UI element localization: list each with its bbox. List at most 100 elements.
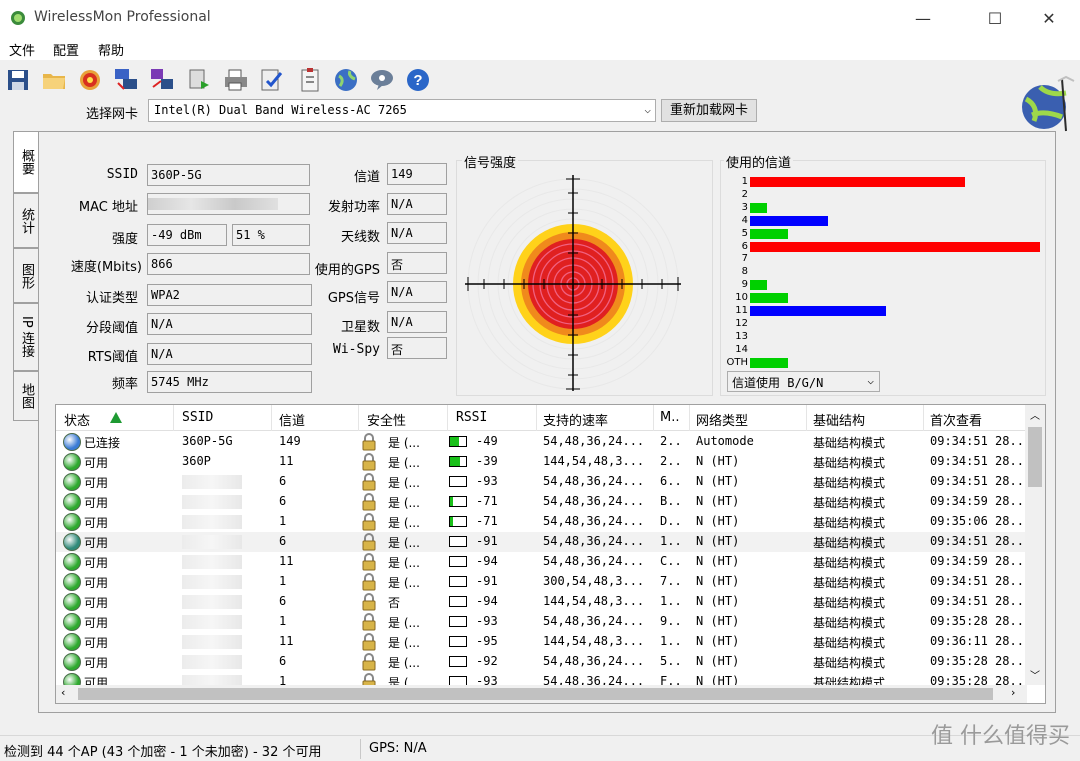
tab-ip-connection[interactable]: IP 连接 <box>13 303 39 371</box>
globe-icon[interactable] <box>332 66 360 94</box>
table-row[interactable]: 可用 6 是 (... -91 54,48,36,24... 1.. N (HT… <box>56 532 1026 552</box>
menu-help[interactable]: 帮助 <box>98 40 124 59</box>
cell-infrastructure: 基础结构模式 <box>813 576 886 590</box>
cell-security: 是 (... <box>388 556 420 570</box>
maximize-button[interactable]: ☐ <box>972 0 1018 36</box>
cell-channel: 1 <box>279 614 287 628</box>
cell-first-seen: 09:34:51 28.. <box>930 434 1024 448</box>
network-map-icon[interactable] <box>148 66 176 94</box>
rssi-bar <box>449 496 467 507</box>
table-row[interactable]: 可用 6 是 (... -71 54,48,36,24... B.. N (HT… <box>56 492 1026 512</box>
status-dot-icon <box>63 453 81 471</box>
channel-label: 2 <box>741 188 748 200</box>
cell-mac: 1.. <box>660 534 682 548</box>
tab-statistics[interactable]: 统计 <box>13 193 39 248</box>
cell-rates: 54,48,36,24... <box>543 474 645 488</box>
network-icon[interactable] <box>112 66 140 94</box>
mac-label: MAC 地址 <box>78 200 138 215</box>
nic-select[interactable]: Intel(R) Dual Band Wireless-AC 7265 ⌵ <box>148 99 656 122</box>
cell-status: 可用 <box>84 656 109 670</box>
status-bar: 检测到 44 个AP (43 个加密 - 1 个未加密) - 32 个可用 GP… <box>0 735 1080 761</box>
cell-infrastructure: 基础结构模式 <box>813 516 886 530</box>
status-dot-icon <box>63 533 81 551</box>
cell-ssid: 360P-5G <box>182 434 233 448</box>
clipboard-icon[interactable] <box>296 66 324 94</box>
col-mac[interactable]: M.. <box>660 410 679 425</box>
vertical-scrollbar[interactable]: ︿ ﹀ <box>1025 405 1045 685</box>
freq-field: 5745 MHz <box>147 371 312 393</box>
rssi-bar <box>449 516 467 527</box>
close-button[interactable]: ✕ <box>1026 0 1072 36</box>
freq-label: 频率 <box>111 377 138 392</box>
chat-icon[interactable] <box>368 66 396 94</box>
cell-rates: 144,54,48,3... <box>543 454 645 468</box>
table-row[interactable]: 可用 6 否 -94 144,54,48,3... 1.. N (HT) 基础结… <box>56 592 1026 612</box>
col-status[interactable]: 状态 <box>64 410 90 429</box>
cell-rates: 54,48,36,24... <box>543 654 645 668</box>
table-row[interactable]: 已连接 360P-5G 149 是 (... -49 54,48,36,24..… <box>56 432 1026 452</box>
cell-rssi: -92 <box>476 654 498 668</box>
cell-infrastructure: 基础结构模式 <box>813 476 886 490</box>
cell-security: 是 (... <box>388 616 420 630</box>
col-ssid[interactable]: SSID <box>182 410 213 425</box>
cell-rates: 144,54,48,3... <box>543 594 645 608</box>
cell-rssi: -93 <box>476 614 498 628</box>
channel-label: 6 <box>741 240 748 252</box>
cell-rssi: -93 <box>476 474 498 488</box>
horizontal-scrollbar[interactable]: ‹ › <box>56 685 1027 703</box>
target-icon[interactable] <box>76 66 104 94</box>
cell-network-type: N (HT) <box>696 574 740 588</box>
print-icon[interactable] <box>222 66 250 94</box>
menu-file[interactable]: 文件 <box>9 40 35 59</box>
col-infrastructure[interactable]: 基础结构 <box>813 410 865 429</box>
cell-channel: 6 <box>279 494 287 508</box>
cell-mac: D.. <box>660 514 682 528</box>
col-first-seen[interactable]: 首次查看 <box>930 410 982 429</box>
ap-table: 状态 SSID 信道 安全性 RSSI 支持的速率 M.. 网络类型 基础结构 … <box>55 404 1046 704</box>
col-rates[interactable]: 支持的速率 <box>543 410 608 429</box>
tab-summary[interactable]: 概要 <box>13 131 39 193</box>
cell-security: 是 (... <box>388 656 420 670</box>
cell-channel: 6 <box>279 534 287 548</box>
table-row[interactable]: 可用 11 是 (... -95 144,54,48,3... 1.. N (H… <box>56 632 1026 652</box>
minimize-button[interactable]: — <box>900 0 946 36</box>
cell-security: 否 <box>388 596 401 610</box>
strength-label: 强度 <box>111 232 138 247</box>
rts-label: RTS阈值 <box>87 350 138 365</box>
table-row[interactable]: 可用 11 是 (... -94 54,48,36,24... C.. N (H… <box>56 552 1026 572</box>
signal-strength-radar <box>465 175 681 391</box>
col-network-type[interactable]: 网络类型 <box>696 410 748 429</box>
table-row[interactable]: 可用 360P 11 是 (... -39 144,54,48,3... 2..… <box>56 452 1026 472</box>
channel-mode-select[interactable]: 信道使用 B/G/N ⌵ <box>727 371 880 392</box>
tab-map[interactable]: 地图 <box>13 371 39 421</box>
status-dot-icon <box>63 513 81 531</box>
cell-network-type: N (HT) <box>696 494 740 508</box>
channel-bar <box>750 306 887 316</box>
cell-channel: 11 <box>279 454 294 468</box>
channel-bar <box>750 241 1040 252</box>
open-folder-icon[interactable] <box>40 66 68 94</box>
cell-rssi: -91 <box>476 534 498 548</box>
menu-config[interactable]: 配置 <box>53 40 79 59</box>
col-channel[interactable]: 信道 <box>279 410 305 429</box>
status-dot-icon <box>63 433 81 451</box>
lock-icon <box>362 613 376 631</box>
tab-graph[interactable]: 图形 <box>13 248 39 303</box>
col-rssi[interactable]: RSSI <box>456 410 487 425</box>
cell-rates: 54,48,36,24... <box>543 514 645 528</box>
check-icon[interactable] <box>258 66 286 94</box>
cell-network-type: N (HT) <box>696 594 740 608</box>
ssid-blurred <box>182 615 242 629</box>
table-row[interactable]: 可用 1 是 (... -71 54,48,36,24... D.. N (HT… <box>56 512 1026 532</box>
export-icon[interactable] <box>186 66 214 94</box>
reload-nic-button[interactable]: 重新加载网卡 <box>661 99 757 122</box>
table-row[interactable]: 可用 6 是 (... -92 54,48,36,24... 5.. N (HT… <box>56 652 1026 672</box>
toolbar: ? <box>0 62 1080 98</box>
save-icon[interactable] <box>4 66 32 94</box>
sort-ascending-icon[interactable] <box>110 412 122 423</box>
table-row[interactable]: 可用 1 是 (... -93 54,48,36,24... 9.. N (HT… <box>56 612 1026 632</box>
table-row[interactable]: 可用 1 是 (... -91 300,54,48,3... 7.. N (HT… <box>56 572 1026 592</box>
col-security[interactable]: 安全性 <box>367 410 406 429</box>
help-icon[interactable]: ? <box>404 66 432 94</box>
table-row[interactable]: 可用 6 是 (... -93 54,48,36,24... 6.. N (HT… <box>56 472 1026 492</box>
